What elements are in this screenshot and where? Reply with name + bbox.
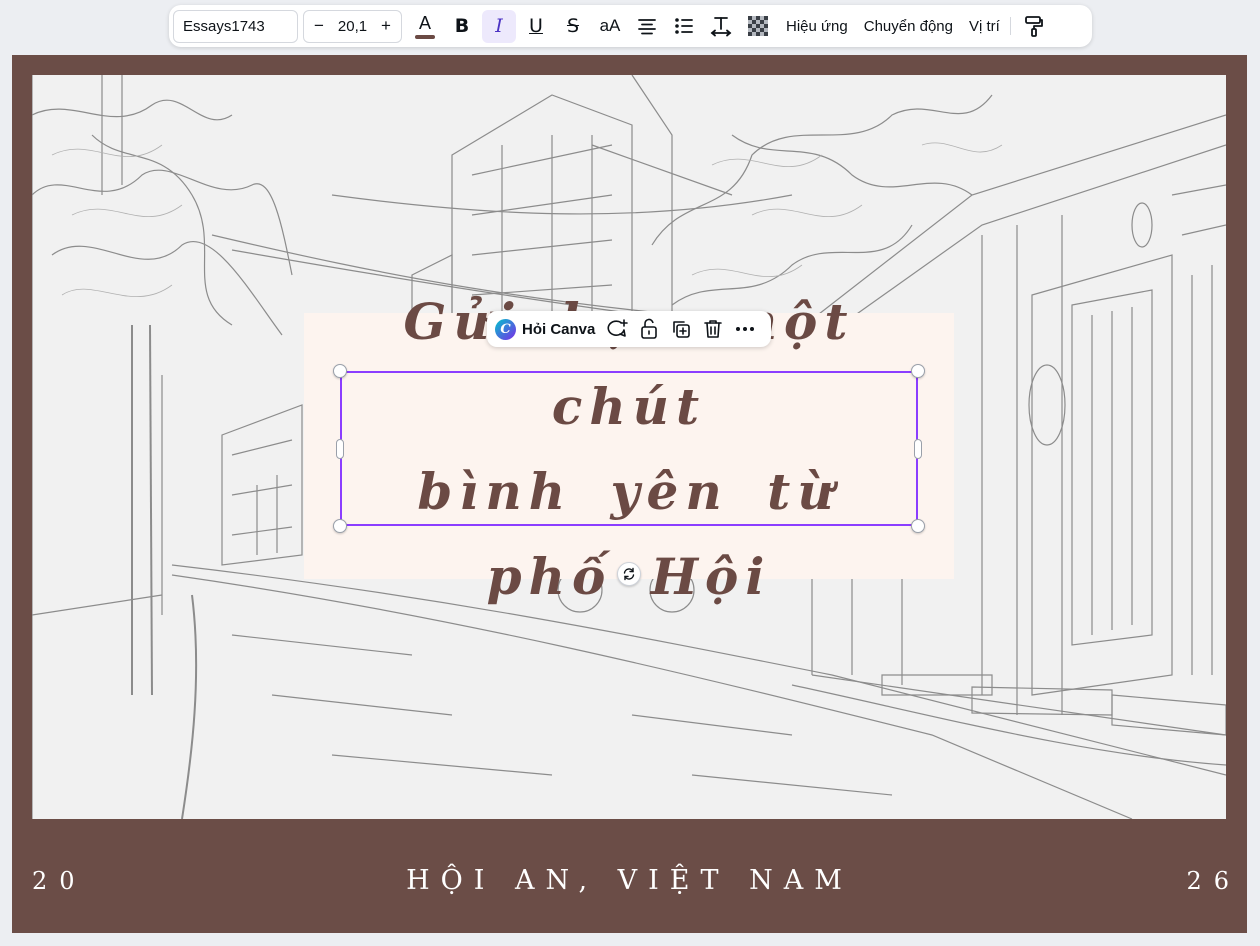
letter-case-icon: aA: [599, 16, 621, 35]
trash-icon: [704, 320, 723, 338]
italic-button[interactable]: I: [482, 9, 516, 43]
more-options-button[interactable]: [729, 315, 761, 343]
strikethrough-button[interactable]: S: [556, 10, 590, 43]
comment-add-icon: [607, 319, 629, 337]
text-color-icon: A: [418, 12, 431, 33]
location-text[interactable]: HỘI AN, VIỆT NAM: [12, 865, 1247, 896]
font-family-value: Essays1743: [183, 17, 265, 35]
list-button[interactable]: [667, 10, 701, 43]
more-dots-icon: [736, 327, 755, 331]
bullet-list-icon: [675, 18, 693, 34]
position-button[interactable]: Vị trí: [961, 10, 1008, 43]
underline-icon: U: [529, 15, 543, 37]
ask-canva-button[interactable]: C Hỏi Canva: [493, 315, 601, 343]
duplicate-icon: [673, 321, 691, 338]
text-color-swatch: [415, 34, 435, 39]
ask-canva-label: Hỏi Canva: [522, 320, 596, 338]
align-center-button[interactable]: [630, 10, 664, 43]
year-right-text[interactable]: 26: [1186, 867, 1241, 895]
toolbar-divider: [1009, 17, 1011, 35]
letter-case-button[interactable]: aA: [593, 10, 627, 43]
underline-button[interactable]: U: [519, 10, 553, 43]
transparency-button[interactable]: [741, 10, 775, 43]
resize-handle-bottom-right[interactable]: [911, 519, 925, 533]
text-spacing-icon: [710, 17, 732, 37]
resize-handle-bottom-left[interactable]: [333, 519, 347, 533]
bold-icon: B: [454, 15, 470, 37]
delete-button[interactable]: [697, 315, 729, 343]
element-context-menu: C Hỏi Canva: [487, 311, 771, 347]
canva-logo-icon: C: [495, 318, 516, 340]
paint-roller-icon: [1024, 16, 1043, 37]
align-center-icon: [638, 19, 656, 35]
font-family-select[interactable]: Essays1743: [173, 9, 298, 43]
rotate-icon: [623, 567, 635, 581]
copy-style-button[interactable]: [1017, 10, 1051, 43]
resize-handle-right[interactable]: [914, 439, 922, 459]
text-toolbar: Essays1743 − 20,1 + A B I U S aA Hiệu ứn…: [169, 5, 1092, 47]
effects-button[interactable]: Hiệu ứng: [778, 10, 856, 43]
selection-outline: [340, 371, 918, 526]
text-color-button[interactable]: A: [408, 10, 442, 43]
strikethrough-icon: S: [566, 15, 580, 37]
rotate-handle[interactable]: [617, 562, 641, 586]
caption-bar: 20 HỘI AN, VIỆT NAM 26: [12, 819, 1247, 933]
add-comment-button[interactable]: [601, 315, 633, 343]
resize-handle-top-left[interactable]: [333, 364, 347, 378]
increase-font-size-button[interactable]: +: [379, 16, 393, 36]
lock-button[interactable]: [633, 315, 665, 343]
transparency-icon: [748, 16, 768, 36]
resize-handle-top-right[interactable]: [911, 364, 925, 378]
duplicate-button[interactable]: [665, 315, 697, 343]
animate-button[interactable]: Chuyển động: [856, 10, 961, 43]
decrease-font-size-button[interactable]: −: [312, 16, 326, 36]
font-size-value[interactable]: 20,1: [338, 18, 367, 35]
spacing-button[interactable]: [704, 10, 738, 43]
resize-handle-left[interactable]: [336, 439, 344, 459]
font-size-stepper: − 20,1 +: [303, 9, 402, 43]
unlock-icon: [641, 318, 658, 339]
italic-icon: I: [495, 15, 503, 37]
bold-button[interactable]: B: [445, 10, 479, 43]
